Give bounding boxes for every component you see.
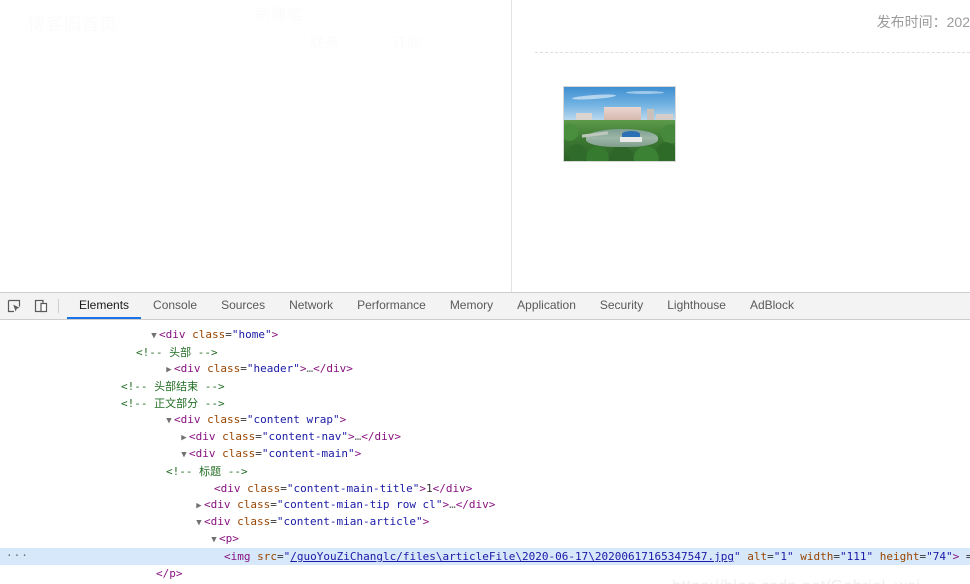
dom-attr-name-width: width [800, 550, 834, 563]
page-left-blank-pane: 博客园首页 新随笔 联系 订阅 [0, 0, 512, 292]
dom-attr-value: header [253, 362, 294, 375]
device-toolbar-button[interactable] [27, 293, 54, 319]
dom-attr-name-alt: alt [747, 550, 768, 563]
dom-node-img-selected[interactable]: ··· <img src="/guoYouZiChanglc/files\art… [0, 548, 970, 565]
collapse-triangle-icon[interactable]: ▶ [164, 362, 174, 379]
dom-attr-value: content-main [268, 447, 348, 460]
article-pane: 发布时间：202 管理 随笔 文章 CSDN [513, 0, 970, 292]
dom-attr-value-height: 74 [932, 550, 946, 563]
tab-memory[interactable]: Memory [438, 293, 505, 319]
tab-performance[interactable]: Performance [345, 293, 438, 319]
page-watermark: 新随笔 [255, 6, 304, 23]
dom-attr-name-height: height [879, 550, 920, 563]
page-watermark: 联系 [310, 35, 340, 51]
tab-network[interactable]: Network [277, 293, 345, 319]
dom-node-p-close[interactable]: </p> [0, 565, 970, 582]
dom-comment-text: <!-- 头部结束 --> [121, 380, 225, 393]
dom-close-tag: </div> [361, 430, 401, 443]
dom-tag-name: div [195, 447, 216, 460]
page-watermark: 订阅 [392, 35, 422, 51]
dom-node-div-content-main[interactable]: ▼ <div class="content-main"> [0, 446, 970, 463]
tab-sources[interactable]: Sources [209, 293, 277, 319]
dom-close-tag: </div> [313, 362, 353, 375]
tab-adblock[interactable]: AdBlock [738, 293, 806, 319]
dom-attr-name: class [222, 447, 256, 460]
toolbar-divider [58, 299, 59, 313]
page-watermark: 博客园首页 [28, 15, 118, 34]
inspect-element-button[interactable] [0, 293, 27, 319]
dom-row-overflow-ellipsis[interactable]: ··· [6, 549, 29, 563]
dom-attr-name: class [237, 515, 271, 528]
dom-attr-value-alt: 1 [780, 550, 787, 563]
tab-console[interactable]: Console [141, 293, 209, 319]
device-toolbar-icon [34, 299, 48, 313]
photo-pavilion-roof [622, 131, 640, 137]
dom-attr-name: class [207, 362, 241, 375]
article-thumbnail-image[interactable] [563, 86, 676, 162]
dom-attr-name: class [192, 328, 226, 341]
dom-collapsed-ellipsis[interactable]: … [449, 498, 456, 511]
devtools-panel: Elements Console Sources Network Perform… [0, 292, 970, 584]
tab-security[interactable]: Security [588, 293, 655, 319]
dom-attr-value: content-mian-article [283, 515, 416, 528]
dom-attr-value-src[interactable]: /guoYouZiChanglc/files\articleFile\2020-… [290, 550, 734, 563]
tab-elements[interactable]: Elements [67, 293, 142, 319]
browser-page-viewport: 博客园首页 新随笔 联系 订阅 发布时间：202 管理 随笔 文章 CSDN [0, 0, 970, 292]
devtools-tab-bar: Elements Console Sources Network Perform… [67, 293, 806, 319]
dom-node-comment[interactable]: <!-- 头部结束 --> [0, 378, 970, 395]
dom-tree-view[interactable]: ▼<body> ▼<div class="home"> <!-- 头部 --> … [0, 320, 970, 584]
dom-attr-value-width: 111 [846, 550, 867, 563]
dom-selected-node-marker: == $0 [966, 550, 970, 563]
photo-cloud [626, 91, 664, 94]
dom-tag-name: img [230, 550, 251, 563]
photo-pavilion [620, 137, 642, 142]
publish-time-label: 发布时间：202 [876, 14, 970, 30]
horizontal-divider [535, 52, 970, 53]
tab-lighthouse[interactable]: Lighthouse [655, 293, 738, 319]
dom-close-tag: </p> [156, 567, 183, 580]
dom-attr-value: home [238, 328, 265, 341]
expand-triangle-icon[interactable]: ▼ [179, 447, 189, 464]
dom-close-tag: </div> [455, 498, 496, 511]
dom-attr-name-src: src [257, 550, 277, 563]
tab-application[interactable]: Application [505, 293, 588, 319]
dom-tag-name: div [165, 328, 186, 341]
dom-node-div-header[interactable]: ▶ <div class="header">…</div> [0, 361, 970, 378]
dom-node-div-home[interactable]: ▼ <div class="home"> [0, 327, 970, 344]
dom-tag-name: div [180, 362, 201, 375]
devtools-toolbar: Elements Console Sources Network Perform… [0, 293, 970, 320]
inspect-element-icon [7, 299, 21, 313]
